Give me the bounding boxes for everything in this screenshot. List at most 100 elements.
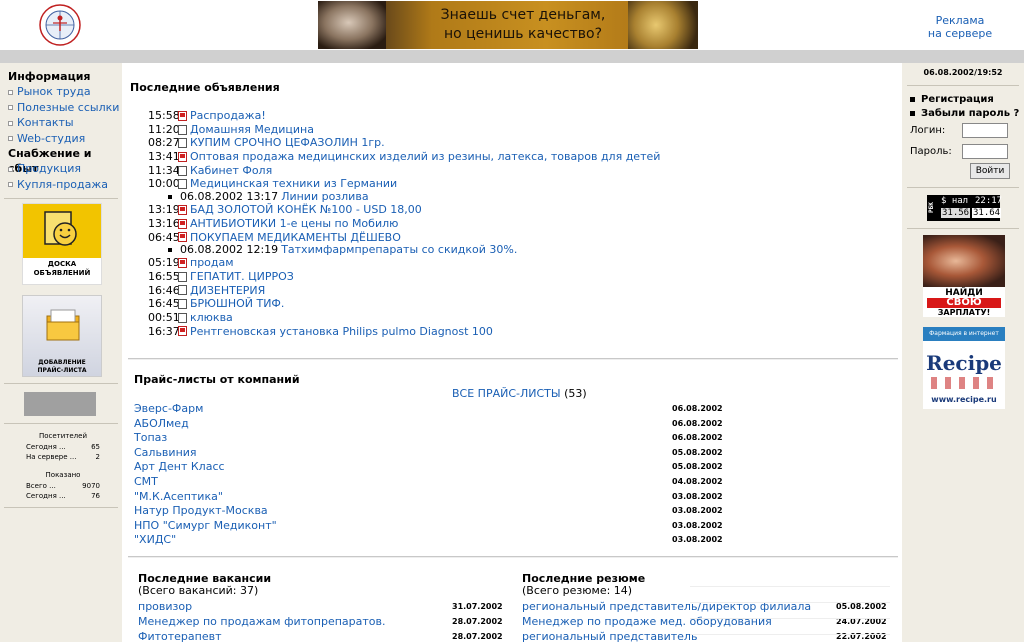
stats-row: Сегодня ... 65 bbox=[26, 443, 100, 451]
sidebar-menu-label[interactable]: Купля-продажа bbox=[17, 178, 108, 191]
ad-link[interactable]: ПОКУПАЕМ МЕДИКАМЕНТЫ ДЁШЕВО bbox=[190, 231, 401, 245]
ad-link[interactable]: Оптовая продажа медицинских изделий из р… bbox=[190, 150, 660, 164]
recipe-url: www.recipe.ru bbox=[931, 395, 997, 404]
company-link[interactable]: Натур Продукт-Москва bbox=[134, 504, 268, 517]
sidebar-menu-label[interactable]: Контакты bbox=[17, 116, 74, 129]
ad-link[interactable]: Домашняя Медицина bbox=[190, 123, 314, 137]
find-salary-banner[interactable]: НАЙДИ СВОЮ ЗАРПЛАТУ! bbox=[923, 235, 1005, 317]
folder-icon bbox=[46, 309, 80, 341]
sidebar-menu-item[interactable]: Web-студия bbox=[0, 131, 122, 147]
price-list-date: 03.08.2002 bbox=[672, 491, 723, 501]
advertise-link[interactable]: Реклама на сервере bbox=[925, 14, 995, 40]
ad-item: 00:51 клюква bbox=[148, 311, 708, 325]
login-button[interactable]: Войти bbox=[970, 163, 1010, 179]
right-divider-2 bbox=[907, 187, 1019, 188]
square-bullet-icon bbox=[8, 136, 13, 141]
vacancy-row: Менеджер по продажам фитопрепаратов. 28.0… bbox=[138, 614, 508, 629]
sidebar-menu-item[interactable]: Продукция bbox=[0, 161, 122, 177]
advertise-link-line-2[interactable]: на сервере bbox=[925, 27, 995, 40]
sidebar-menu-item[interactable]: Контакты bbox=[0, 115, 122, 131]
forgot-password-link[interactable]: Забыли пароль ? bbox=[910, 108, 1019, 119]
banner-text: Знаешь счет деньгам, но ценишь качество? bbox=[408, 6, 638, 44]
company-link[interactable]: Эверс-Фарм bbox=[134, 402, 203, 415]
resume-link[interactable]: Менеджер по продаже мед. оборудования bbox=[522, 615, 772, 628]
company-link[interactable]: Арт Дент Класс bbox=[134, 460, 225, 473]
price-lists: Эверс-Фарм 06.08.2002 АБОЛмед 06.08.2002 Топ… bbox=[134, 402, 734, 548]
vacancy-row: Фитотерапевт 28.07.2002 bbox=[138, 629, 508, 642]
vacancy-link[interactable]: Фитотерапевт bbox=[138, 630, 222, 642]
resume-link[interactable]: региональный представитель/директор фили… bbox=[522, 600, 811, 613]
square-bullet-icon bbox=[8, 182, 13, 187]
sidebar-menu-item[interactable]: Полезные ссылки bbox=[0, 100, 122, 116]
ad-link[interactable]: Распродажа! bbox=[190, 109, 266, 123]
company-link[interactable]: СМТ bbox=[134, 475, 158, 488]
ad-link[interactable]: Рентгеновская установка Philips pulmo Di… bbox=[190, 325, 493, 339]
price-list-date: 06.08.2002 bbox=[672, 433, 723, 443]
resume-date: 05.08.2002 bbox=[836, 602, 887, 611]
ad-link[interactable]: клюква bbox=[190, 311, 233, 325]
price-list-row: "ХИДС" 03.08.2002 bbox=[134, 533, 734, 548]
ad-link[interactable]: АНТИБИОТИКИ 1-е цены по Мобилю bbox=[190, 217, 398, 231]
ad-link[interactable]: БАД ЗОЛОТОЙ КОНЁК №100 - USD 18,00 bbox=[190, 203, 422, 217]
add-price-list-banner[interactable]: ДОБАВЛЕНИЕ ПРАЙС-ЛИСТА bbox=[22, 295, 102, 377]
ad-link[interactable]: ГЕПАТИТ. ЦИРРОЗ bbox=[190, 270, 294, 284]
house-icon bbox=[178, 326, 187, 337]
sidebar-menu-item[interactable]: Рынок труда bbox=[0, 84, 122, 100]
password-input[interactable] bbox=[962, 144, 1008, 159]
register-link[interactable]: Регистрация bbox=[910, 94, 994, 105]
banner-ad[interactable]: Знаешь счет деньгам, но ценишь качество? bbox=[318, 1, 698, 49]
recipe-banner[interactable]: Фармация в интернет Recipe www.recipe.ru bbox=[923, 327, 1005, 409]
company-link[interactable]: "М.К.Асептика" bbox=[134, 490, 223, 503]
resume-date: 22.07.2002 bbox=[836, 632, 887, 641]
square-bullet-icon bbox=[168, 248, 172, 253]
vacancy-link[interactable]: провизор bbox=[138, 600, 192, 613]
resume-row: Менеджер по продаже мед. оборудования 24.… bbox=[522, 614, 902, 629]
all-price-lists-link[interactable]: ВСЕ ПРАЙС-ЛИСТЫ bbox=[452, 387, 561, 400]
shown-title: Показано bbox=[45, 471, 81, 479]
sidebar-menu-label[interactable]: Продукция bbox=[17, 162, 81, 175]
company-link[interactable]: Топаз bbox=[134, 431, 167, 444]
resume-link[interactable]: региональный представитель bbox=[522, 630, 697, 642]
login-input[interactable] bbox=[962, 123, 1008, 138]
document-icon bbox=[178, 299, 187, 310]
advertise-link-line-1[interactable]: Реклама bbox=[925, 14, 995, 27]
ad-time: 06:45 bbox=[148, 230, 180, 244]
recipe-header: Фармация в интернет bbox=[923, 327, 1005, 341]
ad-sub-link[interactable]: Линии розлива bbox=[281, 191, 368, 203]
ad-time: 16:45 bbox=[148, 297, 180, 311]
company-link[interactable]: АБОЛмед bbox=[134, 417, 189, 430]
company-link[interactable]: "ХИДС" bbox=[134, 533, 176, 546]
sidebar-menu-item[interactable]: Купля-продажа bbox=[0, 177, 122, 193]
ad-link[interactable]: КУПИМ СРОЧНО ЦЕФАЗОЛИН 1гр. bbox=[190, 136, 385, 150]
sidebar-menu-label[interactable]: Полезные ссылки bbox=[17, 101, 119, 114]
bullet-icon bbox=[910, 110, 915, 116]
vacancy-link[interactable]: Менеджер по продажам фитопрепаратов. bbox=[138, 615, 386, 628]
section-divider bbox=[128, 358, 898, 360]
ad-sub-link[interactable]: Татхимфармпрепараты со скидкой 30%. bbox=[281, 244, 517, 256]
counter-banner[interactable] bbox=[24, 392, 96, 416]
square-bullet-icon bbox=[8, 89, 13, 95]
login-label: Логин: bbox=[910, 125, 946, 136]
company-link[interactable]: НПО "Симург Медиконт" bbox=[134, 519, 277, 532]
bulletin-board-banner[interactable]: ДОСКА ОБЪЯВЛЕНИЙ bbox=[22, 203, 102, 285]
header-divider bbox=[0, 50, 1024, 63]
rbk-currency-widget[interactable]: РБК $ нал 22:17 31.56 31.64 bbox=[927, 195, 1002, 221]
ad-time: 15:58 bbox=[148, 109, 180, 122]
document-icon bbox=[178, 271, 187, 282]
ad-link[interactable]: БРЮШНОЙ ТИФ. bbox=[190, 297, 284, 311]
ad-link[interactable]: продам bbox=[190, 256, 234, 270]
company-link[interactable]: Сальвиния bbox=[134, 446, 197, 459]
ad-link[interactable]: ДИЗЕНТЕРИЯ bbox=[190, 284, 265, 298]
ad-link[interactable]: Кабинет Фоля bbox=[190, 164, 272, 178]
ad-sub-item: 06.08.2002 12:19 Татхимфармпрепараты со с… bbox=[148, 244, 708, 256]
bulletin-board-label: ДОСКА ОБЪЯВЛЕНИЙ bbox=[23, 260, 101, 278]
sidebar-menu-label[interactable]: Web-студия bbox=[17, 132, 85, 145]
ad-link[interactable]: Медицинская техники из Германии bbox=[190, 177, 397, 191]
price-list-row: Топаз 06.08.2002 bbox=[134, 431, 734, 446]
exchange-logo[interactable] bbox=[30, 3, 90, 47]
price-list-date: 03.08.2002 bbox=[672, 535, 723, 545]
price-list-row: "М.К.Асептика" 03.08.2002 bbox=[134, 490, 734, 505]
vacancy-date: 28.07.2002 bbox=[452, 632, 503, 641]
stats-row: На сервере ... 2 bbox=[26, 453, 100, 461]
sidebar-menu-label[interactable]: Рынок труда bbox=[17, 85, 91, 98]
